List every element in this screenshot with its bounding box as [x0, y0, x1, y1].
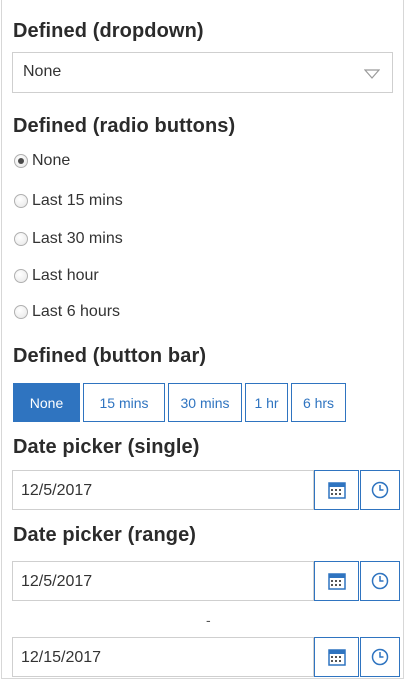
dropdown-selected-value: None	[23, 63, 62, 80]
button-bar-15-mins[interactable]: 15 mins	[83, 383, 165, 422]
radio-unchecked-icon[interactable]	[14, 269, 28, 283]
radio-unchecked-icon[interactable]	[14, 232, 28, 246]
radio-section-title: Defined (radio buttons)	[13, 115, 236, 137]
date-range-end-row: 12/15/2017	[12, 637, 400, 677]
radio-label: Last 30 mins	[32, 230, 123, 247]
radio-label: Last 6 hours	[32, 303, 121, 320]
clock-icon	[371, 572, 389, 590]
button-bar-30-mins[interactable]: 30 mins	[168, 383, 242, 422]
dropdown-section-title: Defined (dropdown)	[13, 20, 204, 42]
button-bar-1-hr[interactable]: 1 hr	[245, 383, 288, 422]
date-single-section-title: Date picker (single)	[13, 436, 200, 458]
clock-icon	[371, 481, 389, 499]
date-single-input[interactable]: 12/5/2017	[12, 470, 314, 510]
calendar-button[interactable]	[314, 561, 359, 601]
date-range-start-row: 12/5/2017	[12, 561, 400, 601]
radio-checked-icon[interactable]	[14, 154, 28, 168]
radio-option-30-mins[interactable]: Last 30 mins	[14, 227, 123, 251]
date-range-end-input[interactable]: 12/15/2017	[12, 637, 314, 677]
radio-unchecked-icon[interactable]	[14, 305, 28, 319]
clock-button[interactable]	[360, 637, 400, 677]
calendar-button[interactable]	[314, 637, 359, 677]
clock-button[interactable]	[360, 561, 400, 601]
radio-label: None	[32, 152, 71, 169]
calendar-icon	[327, 573, 346, 590]
range-separator: -	[206, 612, 211, 628]
radio-option-last-hour[interactable]: Last hour	[14, 264, 99, 288]
radio-option-none[interactable]: None	[14, 149, 70, 173]
chevron-down-icon	[364, 69, 380, 79]
buttonbar-section-title: Defined (button bar)	[13, 345, 207, 367]
radio-label: Last 15 mins	[32, 192, 123, 209]
date-single-row: 12/5/2017	[12, 470, 400, 510]
time-range-dropdown[interactable]: None	[12, 52, 393, 93]
clock-icon	[371, 648, 389, 666]
date-range-start-value: 12/5/2017	[21, 573, 93, 590]
button-bar-6-hrs[interactable]: 6 hrs	[291, 383, 346, 422]
radio-option-6-hours[interactable]: Last 6 hours	[14, 300, 120, 324]
date-range-section-title: Date picker (range)	[13, 524, 197, 546]
radio-option-15-mins[interactable]: Last 15 mins	[14, 189, 123, 213]
button-bar: None 15 mins 30 mins 1 hr 6 hrs	[13, 383, 349, 422]
calendar-icon	[327, 482, 346, 499]
calendar-icon	[327, 649, 346, 666]
date-range-start-input[interactable]: 12/5/2017	[12, 561, 314, 601]
radio-unchecked-icon[interactable]	[14, 194, 28, 208]
date-range-end-value: 12/15/2017	[21, 649, 102, 666]
button-bar-none[interactable]: None	[13, 383, 80, 422]
radio-label: Last hour	[32, 267, 99, 284]
calendar-button[interactable]	[314, 470, 359, 510]
clock-button[interactable]	[360, 470, 400, 510]
date-single-value: 12/5/2017	[21, 482, 93, 499]
